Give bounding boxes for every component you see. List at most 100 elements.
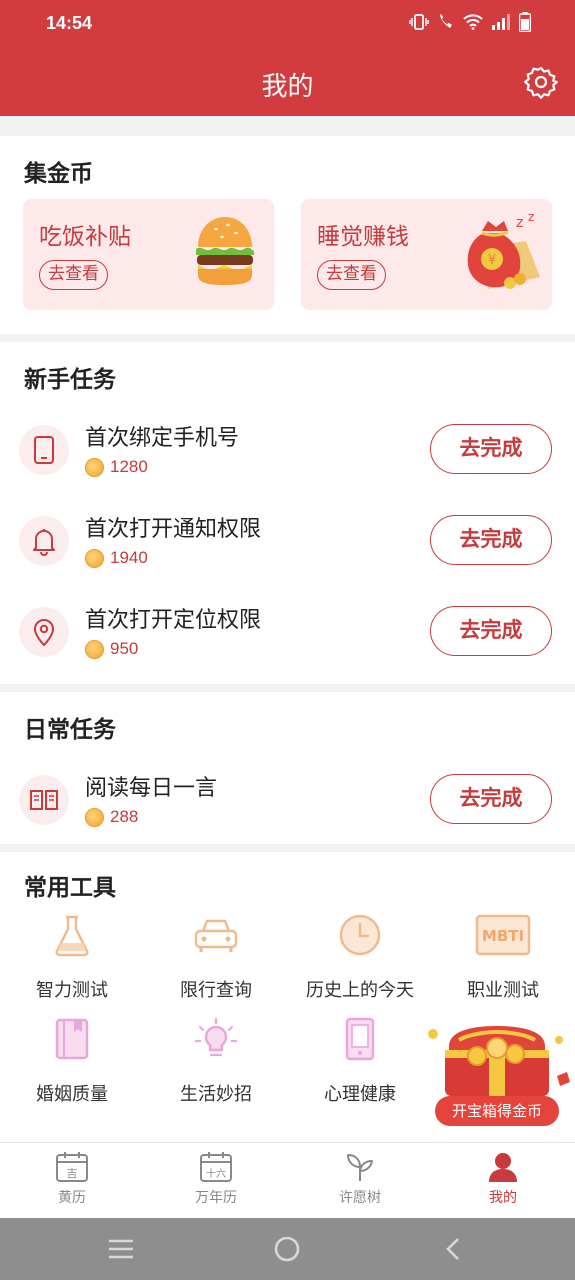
- section-title: 日常任务: [24, 717, 116, 743]
- lightbulb-icon: [194, 1017, 238, 1057]
- book-icon: [30, 790, 58, 810]
- app-bar: 我的: [0, 48, 575, 116]
- nav-label: 万年历: [195, 1190, 237, 1206]
- view-button[interactable]: 去查看: [317, 260, 386, 290]
- tool-icon-wrap: [331, 1014, 389, 1064]
- svg-text:z: z: [528, 210, 534, 224]
- status-icons: [409, 12, 531, 32]
- tool-label: 智力测试: [36, 980, 108, 1001]
- daily-tasks-section: 日常任务 阅读每日一言 288 去完成: [0, 692, 575, 844]
- task-reward: 950: [85, 639, 138, 659]
- tablet-icon: [345, 1017, 375, 1061]
- task-reward: 288: [85, 807, 138, 827]
- tool-label: 限行查询: [180, 980, 252, 1001]
- reward-amount: 950: [110, 639, 139, 658]
- svg-text:z: z: [516, 215, 523, 231]
- tool-icon-wrap: [331, 910, 389, 960]
- nav-item-wish-tree[interactable]: 许愿树: [288, 1143, 432, 1219]
- task-row: 阅读每日一言 288 去完成: [0, 762, 575, 842]
- tool-career-test[interactable]: MBTI 职业测试: [431, 910, 575, 1002]
- nav-item-me[interactable]: 我的: [431, 1143, 575, 1219]
- nav-label: 我的: [489, 1190, 517, 1206]
- coin-icon: [85, 639, 104, 659]
- tool-label: 婚姻质量: [36, 1084, 108, 1105]
- complete-task-button[interactable]: 去完成: [430, 774, 552, 824]
- wifi-icon: [463, 14, 483, 30]
- tool-icon-wrap: [187, 910, 245, 960]
- complete-task-button[interactable]: 去完成: [430, 606, 552, 656]
- tool-history-today[interactable]: 历史上的今天: [288, 910, 432, 1002]
- battery-icon: [519, 12, 531, 32]
- nav-icon-wrap: [288, 1143, 432, 1183]
- tool-marriage-quality[interactable]: 婚姻质量: [0, 1014, 144, 1106]
- clock-icon: [339, 914, 381, 956]
- calendar-ji-icon: 吉: [56, 1152, 88, 1182]
- wifi-call-icon: [440, 14, 452, 28]
- task-icon-wrap: [19, 425, 69, 475]
- money-bag-icon: ¥ z z: [467, 210, 540, 289]
- view-button[interactable]: 去查看: [39, 260, 108, 290]
- settings-button[interactable]: [521, 62, 561, 102]
- tool-iq-test[interactable]: 智力测试: [0, 910, 144, 1002]
- complete-task-button[interactable]: 去完成: [430, 424, 552, 474]
- treasure-label: 开宝箱得金币: [435, 1096, 559, 1126]
- task-icon-wrap: [19, 607, 69, 657]
- back-button[interactable]: [438, 1234, 468, 1264]
- hamburger-icon: [196, 217, 254, 285]
- tool-life-tips[interactable]: 生活妙招: [144, 1014, 288, 1106]
- task-title: 阅读每日一言: [85, 776, 218, 801]
- section-title: 常用工具: [24, 875, 116, 901]
- promo-card-meal[interactable]: 吃饭补贴 去查看: [23, 199, 274, 310]
- svg-text:吉: 吉: [67, 1167, 78, 1180]
- section-title: 集金币: [24, 161, 93, 187]
- location-pin-icon: [33, 619, 55, 647]
- tool-label: 生活妙招: [180, 1084, 252, 1105]
- tool-icon-wrap: [43, 910, 101, 960]
- task-reward: 1280: [85, 457, 148, 477]
- nav-icon-wrap: 吉: [0, 1143, 144, 1183]
- complete-task-button[interactable]: 去完成: [430, 515, 552, 565]
- svg-text:¥: ¥: [488, 253, 496, 268]
- car-icon: [194, 919, 238, 952]
- task-row: 首次打开通知权限 1940 去完成: [0, 503, 575, 583]
- newbie-tasks-section: 新手任务 首次绑定手机号 1280 去完成 首次打开通知权限 1940 去完成 …: [0, 342, 575, 684]
- task-reward: 1940: [85, 548, 148, 568]
- home-button[interactable]: [272, 1234, 302, 1264]
- vibrate-icon: [409, 14, 429, 30]
- treasure-chest-button[interactable]: 开宝箱得金币: [419, 1020, 575, 1130]
- tool-label: 历史上的今天: [306, 980, 414, 1001]
- nav-item-almanac[interactable]: 吉 黄历: [0, 1143, 144, 1219]
- mbti-icon: MBTI: [475, 914, 531, 956]
- svg-text:MBTI: MBTI: [482, 927, 524, 945]
- svg-text:十六: 十六: [206, 1167, 226, 1180]
- tool-icon-wrap: MBTI: [474, 910, 532, 960]
- tool-label: 心理健康: [324, 1084, 396, 1105]
- status-bar: 14:54: [0, 0, 575, 48]
- task-row: 首次打开定位权限 950 去完成: [0, 594, 575, 674]
- task-icon-wrap: [19, 516, 69, 566]
- system-navigation-bar: [0, 1218, 575, 1280]
- nav-item-calendar[interactable]: 十六 万年历: [144, 1143, 288, 1219]
- section-title: 新手任务: [24, 367, 116, 393]
- tool-icon-wrap: [43, 1014, 101, 1064]
- bottom-nav: 吉 黄历 十六 万年历 许愿树 我的: [0, 1142, 575, 1218]
- flask-icon: [55, 915, 89, 957]
- coins-section: 集金币 吃饭补贴 去查看 睡觉赚钱 去查看 ¥ z z: [0, 136, 575, 334]
- tool-label: 职业测试: [467, 980, 539, 1001]
- recent-apps-button[interactable]: [106, 1234, 136, 1264]
- tool-traffic-limit[interactable]: 限行查询: [144, 910, 288, 1002]
- menu-icon: [109, 1239, 133, 1259]
- task-icon-wrap: [19, 775, 69, 825]
- user-icon: [489, 1153, 517, 1182]
- promo-card-sleep[interactable]: 睡觉赚钱 去查看 ¥ z z: [301, 199, 552, 310]
- page-title: 我的: [261, 72, 314, 102]
- nav-label: 黄历: [58, 1190, 86, 1206]
- coin-icon: [85, 548, 104, 568]
- nav-icon-wrap: [431, 1143, 575, 1183]
- notebook-icon: [55, 1018, 89, 1060]
- tool-mental-health[interactable]: 心理健康: [288, 1014, 432, 1106]
- nav-icon-wrap: 十六: [144, 1143, 288, 1183]
- task-title: 首次绑定手机号: [85, 426, 240, 451]
- chevron-left-icon: [446, 1238, 459, 1260]
- reward-amount: 1940: [110, 548, 148, 567]
